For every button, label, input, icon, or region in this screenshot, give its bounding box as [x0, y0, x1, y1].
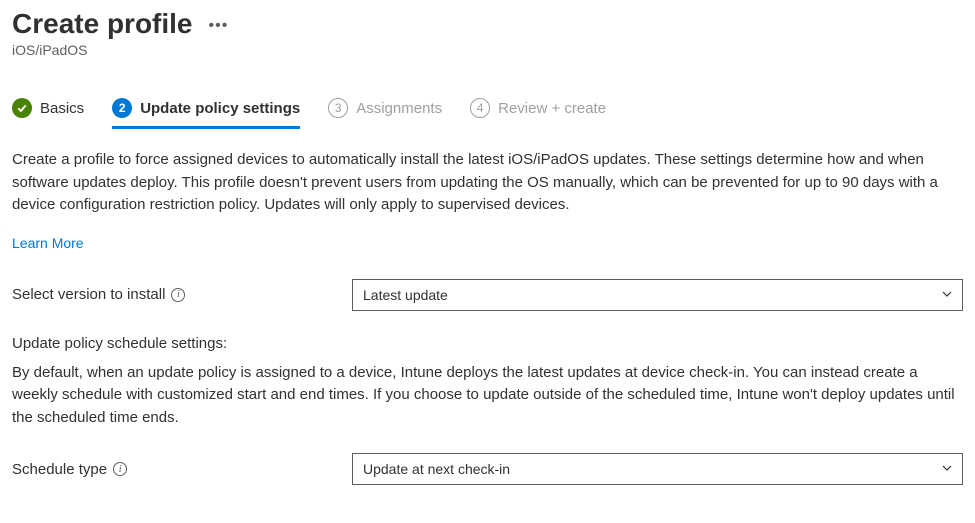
wizard-tabs: Basics 2 Update policy settings 3 Assign… [12, 98, 963, 129]
tab-label: Update policy settings [140, 100, 300, 117]
tab-review-create[interactable]: 4 Review + create [470, 98, 606, 129]
info-icon[interactable]: i [171, 288, 185, 302]
step-number-badge: 2 [112, 98, 132, 118]
page-title: Create profile [12, 8, 193, 40]
page-subtitle: iOS/iPadOS [12, 42, 963, 58]
select-value: Update at next check-in [363, 461, 510, 477]
schedule-settings-description: By default, when an update policy is ass… [12, 362, 963, 430]
tab-label: Basics [40, 100, 84, 117]
info-icon[interactable]: i [113, 462, 127, 476]
learn-more-link[interactable]: Learn More [12, 235, 84, 251]
schedule-type-select[interactable]: Update at next check-in [352, 453, 963, 485]
schedule-settings-heading: Update policy schedule settings: [12, 335, 963, 352]
version-label: Select version to install [12, 286, 165, 303]
page-description: Create a profile to force assigned devic… [12, 149, 963, 217]
tab-basics[interactable]: Basics [12, 98, 84, 129]
step-number-badge: 4 [470, 98, 490, 118]
tab-label: Assignments [356, 100, 442, 117]
tab-assignments[interactable]: 3 Assignments [328, 98, 442, 129]
step-number-badge: 3 [328, 98, 348, 118]
tab-update-policy-settings[interactable]: 2 Update policy settings [112, 98, 300, 129]
select-value: Latest update [363, 287, 448, 303]
more-actions-icon[interactable]: ••• [209, 17, 229, 35]
tab-label: Review + create [498, 100, 606, 117]
check-icon [12, 98, 32, 118]
schedule-type-label: Schedule type [12, 461, 107, 478]
version-select[interactable]: Latest update [352, 279, 963, 311]
